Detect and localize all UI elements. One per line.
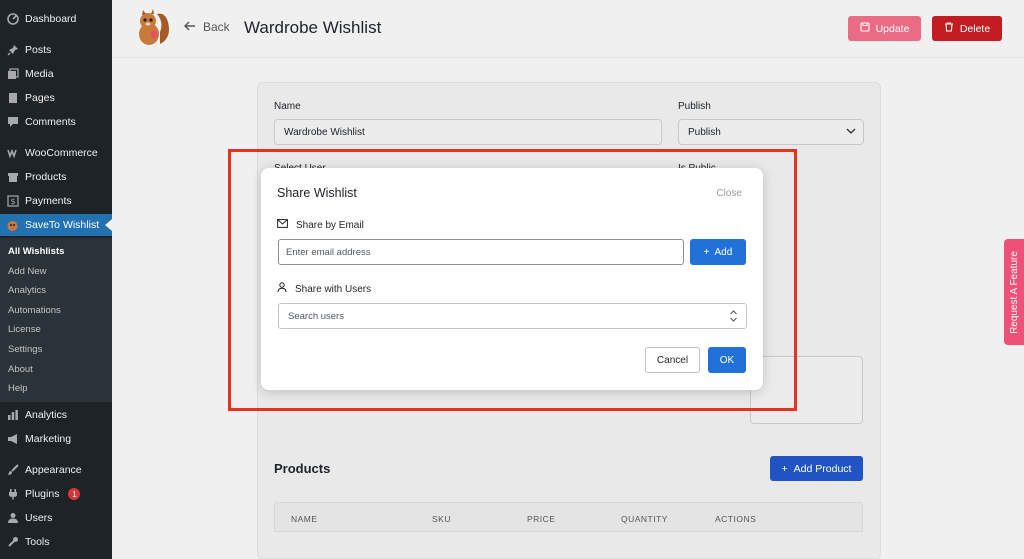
annotation-highlight-box bbox=[228, 149, 797, 411]
request-feature-label: Request A Feature bbox=[1008, 250, 1020, 334]
request-feature-tab[interactable]: Request A Feature bbox=[1004, 239, 1024, 345]
